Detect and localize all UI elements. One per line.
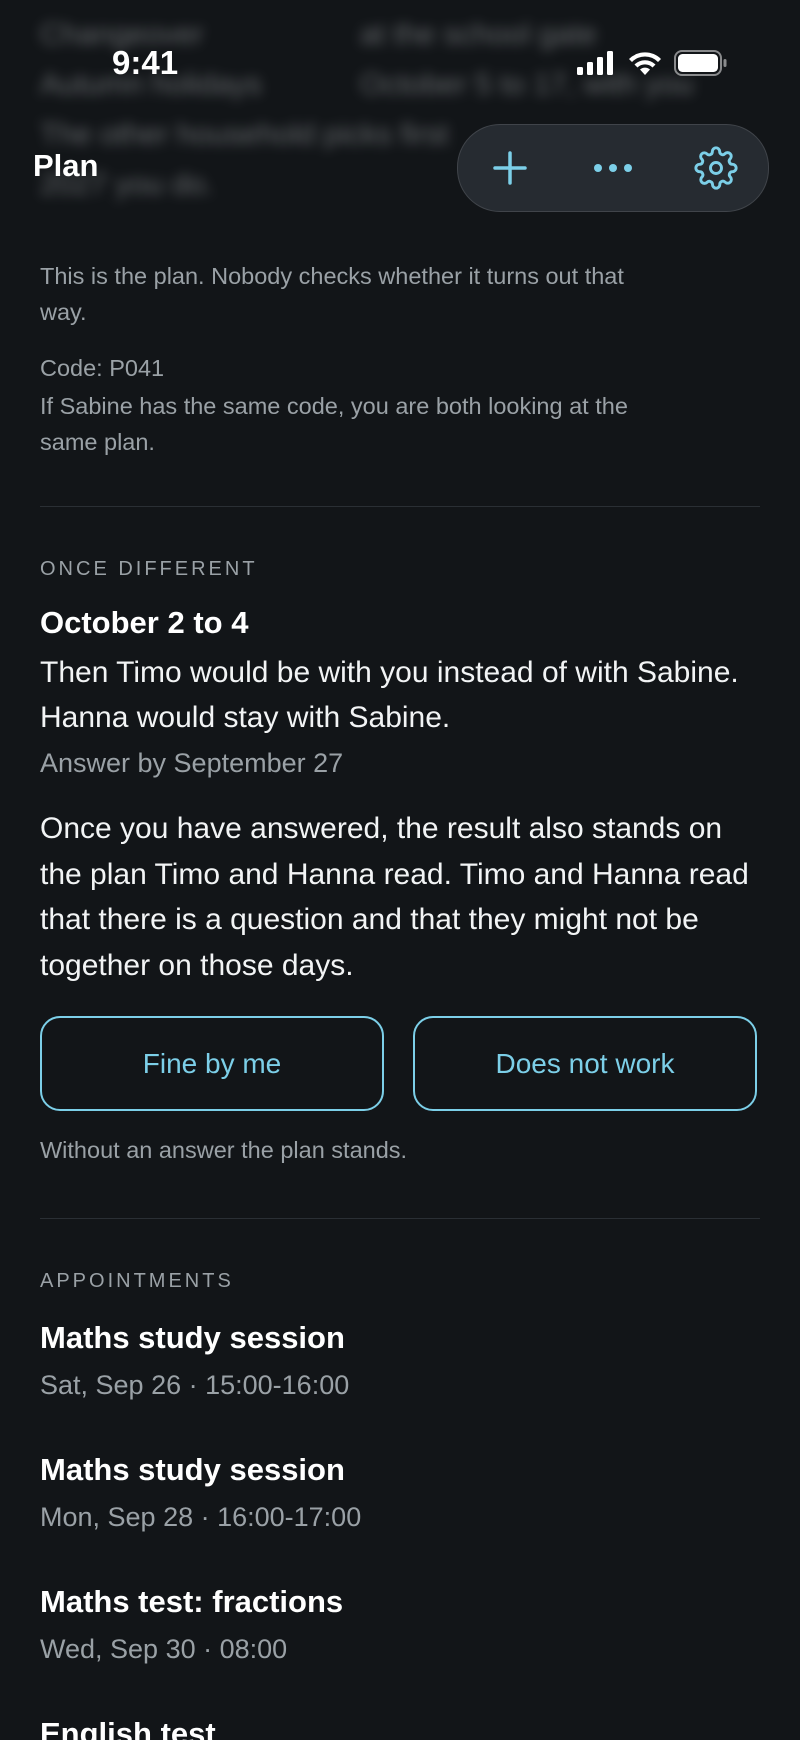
appointment-title: Maths test: fractions [40,1584,344,1619]
plan-disclaimer: This is the plan. Nobody checks whether … [40,263,624,325]
divider [40,506,760,507]
toolbar-pill [457,124,769,212]
page-title: Plan [33,148,99,183]
appointment-time: Sat, Sep 26 · 15:00-16:00 [40,1370,350,1400]
answer-deadline: Answer by September 27 [40,748,344,778]
screen: Changeover at the school gate Autumn hol… [0,0,800,1740]
more-dots-icon [593,164,632,172]
status-bar: 9:41 [0,0,800,130]
plan-code-note: If Sabine has the same code, you are bot… [40,393,628,455]
status-time: 9:41 [112,44,179,81]
question-explanation: Once you have answered, the result also … [40,812,749,982]
section-label-once-different: ONCE DIFFERENT [40,558,258,580]
appointment-time: Wed, Sep 30 · 08:00 [40,1634,288,1664]
plan-code: Code: P041 [40,355,165,381]
wifi-icon [629,51,661,75]
no-answer-note: Without an answer the plan stands. [40,1137,408,1163]
appointment-item[interactable]: Maths study session Mon, Sep 28 · 16:00-… [40,1452,760,1533]
appointment-title: Maths study session [40,1320,345,1355]
section-label-appointments: APPOINTMENTS [40,1270,234,1292]
settings-button[interactable] [681,133,751,203]
question-title: October 2 to 4 [40,605,249,640]
cellular-signal-icon [577,51,613,75]
appointment-title: English test [40,1716,216,1740]
add-button[interactable] [475,133,545,203]
appointment-item[interactable]: English test [40,1716,760,1740]
battery-icon [674,50,727,76]
appointment-item[interactable]: Maths study session Sat, Sep 26 · 15:00-… [40,1320,760,1401]
appointment-time: Mon, Sep 28 · 16:00-17:00 [40,1502,362,1532]
fine-by-me-button[interactable]: Fine by me [40,1016,384,1111]
question-body: Then Timo would be with you instead of w… [40,656,739,734]
more-button[interactable] [578,133,648,203]
appointment-title: Maths study session [40,1452,345,1487]
divider [40,1218,760,1219]
plus-icon [492,151,527,185]
appointment-item[interactable]: Maths test: fractions Wed, Sep 30 · 08:0… [40,1584,760,1665]
does-not-work-button[interactable]: Does not work [413,1016,757,1111]
gear-icon [694,146,738,190]
status-icons [576,50,728,76]
